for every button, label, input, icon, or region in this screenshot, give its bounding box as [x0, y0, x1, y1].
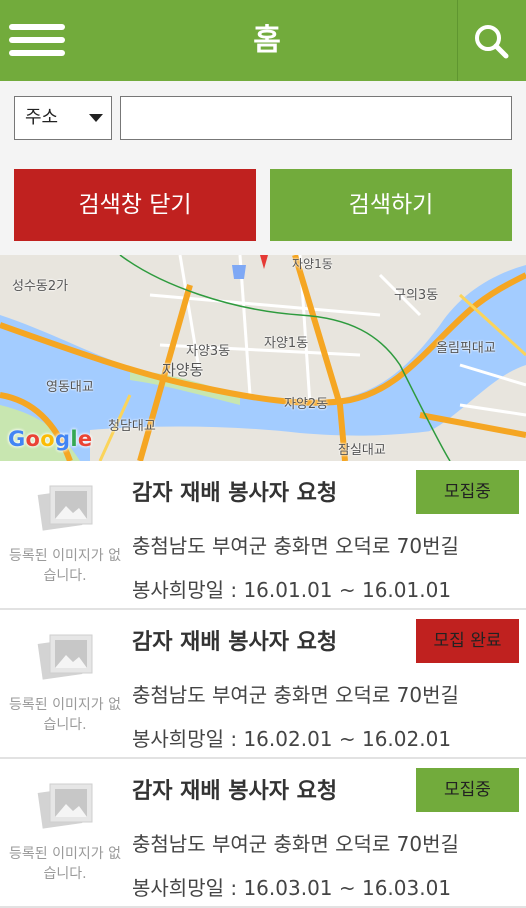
image-placeholder-icon — [37, 783, 93, 829]
status-badge: 모집 완료 — [416, 619, 519, 663]
search-input[interactable] — [120, 96, 512, 140]
status-badge: 모집중 — [416, 470, 519, 514]
list-item[interactable]: 등록된 이미지가 없습니다. 감자 재배 봉사자 요청 모집중 충첨남도 부여군… — [0, 759, 526, 908]
map-label-top: 자양1동 — [292, 257, 333, 271]
item-date: 봉사희망일 : 16.01.01 ~ 16.01.01 — [132, 578, 452, 602]
item-address: 충첨남도 부여군 충화면 오덕로 70번길 — [132, 534, 459, 558]
menu-bar-top — [9, 24, 65, 30]
map-label-olympic: 올림픽대교 — [436, 341, 496, 356]
no-image-placeholder: 등록된 이미지가 없습니다. — [6, 476, 124, 594]
item-title: 감자 재배 봉사자 요청 — [132, 779, 338, 804]
item-address: 충첨남도 부여군 충화면 오덕로 70번길 — [132, 832, 459, 856]
list-item[interactable]: 등록된 이미지가 없습니다. 감자 재배 봉사자 요청 모집 완료 충첨남도 부… — [0, 610, 526, 759]
no-image-placeholder: 등록된 이미지가 없습니다. — [6, 625, 124, 743]
volunteer-request-list: 등록된 이미지가 없습니다. 감자 재배 봉사자 요청 모집중 충첨남도 부여군… — [0, 461, 526, 908]
app-header: 홈 — [0, 0, 526, 81]
search-icon — [475, 25, 509, 59]
map-label-jamsil: 잠실대교 — [338, 443, 386, 458]
image-placeholder-icon — [37, 634, 93, 680]
search-button[interactable] — [457, 0, 526, 81]
menu-bar-bottom — [9, 50, 65, 56]
hamburger-menu-button[interactable] — [0, 0, 76, 81]
search-type-select[interactable]: 주소 — [14, 96, 112, 140]
search-type-value: 주소 — [25, 107, 59, 128]
page-title: 홈 — [253, 23, 281, 58]
item-address: 충첨남도 부여군 충화면 오덕로 70번길 — [132, 683, 459, 707]
map-label-seongsu: 성수동2가 — [12, 279, 69, 294]
status-badge: 모집중 — [416, 768, 519, 812]
no-image-text: 등록된 이미지가 없습니다. — [9, 846, 121, 882]
list-item[interactable]: 등록된 이미지가 없습니다. 감자 재배 봉사자 요청 모집중 충첨남도 부여군… — [0, 461, 526, 610]
map-label-jayang1: 자양1동 — [264, 336, 309, 351]
google-logo: Google — [8, 427, 93, 451]
item-date: 봉사희망일 : 16.02.01 ~ 16.02.01 — [132, 727, 452, 751]
image-placeholder-icon — [37, 485, 93, 531]
map-label-jayang: 자양동 — [162, 361, 204, 379]
submit-search-button[interactable]: 검색하기 — [270, 169, 512, 241]
map-label-guui3: 구의3동 — [394, 288, 439, 303]
item-date: 봉사희망일 : 16.03.01 ~ 16.03.01 — [132, 876, 452, 900]
map-label-jayang3: 자양3동 — [186, 344, 231, 359]
map-label-cheongdam: 청담대교 — [108, 419, 156, 434]
close-search-button[interactable]: 검색창 닫기 — [14, 169, 256, 241]
item-title: 감자 재배 봉사자 요청 — [132, 481, 338, 506]
chevron-down-icon — [89, 114, 103, 122]
search-panel: 주소 검색창 닫기 검색하기 — [0, 81, 526, 255]
map-label-jayang2: 자양2동 — [284, 397, 329, 412]
menu-bar-middle — [9, 37, 65, 43]
item-title: 감자 재배 봉사자 요청 — [132, 630, 338, 655]
no-image-placeholder: 등록된 이미지가 없습니다. — [6, 774, 124, 892]
map-view[interactable]: 성수동2가 자양1동 구의3동 자양3동 자양1동 올림픽대교 자양동 영동대교… — [0, 255, 526, 461]
map-label-yeongdong: 영동대교 — [46, 380, 94, 395]
no-image-text: 등록된 이미지가 없습니다. — [9, 548, 121, 584]
no-image-text: 등록된 이미지가 없습니다. — [9, 697, 121, 733]
